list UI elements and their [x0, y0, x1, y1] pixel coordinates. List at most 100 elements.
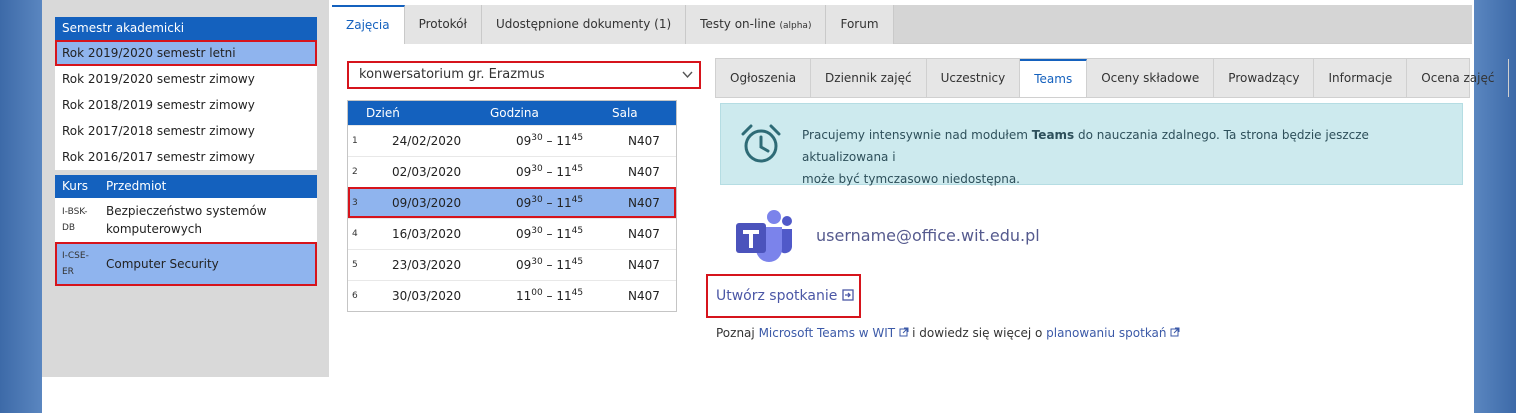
subtab-teams[interactable]: Teams: [1020, 59, 1088, 97]
schedule-time: 0930 – 1145: [516, 157, 583, 188]
schedule-row[interactable]: 6 30/03/2020 1100 – 1145 N407: [348, 280, 676, 311]
schedule-time: 0930 – 1145: [516, 219, 583, 250]
info-text-bold: Teams: [1031, 128, 1075, 142]
time-end-hour: 11: [556, 165, 572, 179]
course-row-selected[interactable]: I-CSE- ER Computer Security: [55, 242, 317, 286]
course-code-line: DB: [62, 223, 76, 233]
schedule-room: N407: [628, 227, 660, 241]
time-end-minute: 45: [571, 164, 584, 174]
tab-zajecia[interactable]: Zajęcia: [332, 5, 405, 44]
schedule-date: 02/03/2020: [392, 165, 462, 179]
schedule-row-selected[interactable]: 3 09/03/2020 0930 – 1145 N407: [348, 187, 676, 218]
meeting-planning-link[interactable]: planowaniu spotkań: [1046, 326, 1166, 340]
schedule-date: 16/03/2020: [392, 227, 462, 241]
subtab-dziennik[interactable]: Dziennik zajęć: [811, 59, 927, 97]
group-select-value: konwersatorium gr. Erazmus: [359, 67, 545, 82]
schedule-date: 24/02/2020: [392, 134, 462, 148]
time-end-hour: 11: [556, 196, 572, 210]
subtab-ocena[interactable]: Ocena zajęć: [1407, 59, 1510, 97]
course-row[interactable]: I-BSK- DB Bezpieczeństwo systemów komput…: [55, 198, 317, 242]
time-start-hour: 09: [516, 227, 532, 241]
subtab-prowadzacy[interactable]: Prowadzący: [1214, 59, 1315, 97]
schedule-date: 30/03/2020: [392, 289, 462, 303]
semester-item[interactable]: Rok 2017/2018 semestr zimowy: [55, 118, 317, 144]
time-end-hour: 11: [556, 289, 572, 303]
subtab-ogloszenia[interactable]: Ogłoszenia: [716, 59, 812, 97]
info-alert: Pracujemy intensywnie nad modułem Teams …: [720, 103, 1463, 186]
subtab-informacje[interactable]: Informacje: [1314, 59, 1408, 97]
time-end-hour: 11: [556, 258, 572, 272]
page: Semestr akademicki Rok 2019/2020 semestr…: [42, 0, 1510, 413]
semester-item[interactable]: Rok 2016/2017 semestr zimowy: [55, 144, 317, 170]
schedule-row-number: 2: [352, 167, 358, 177]
schedule-header-room: Sala: [612, 106, 638, 120]
microsoft-teams-logo: [736, 210, 792, 262]
time-start-minute: 30: [531, 195, 543, 205]
time-separator: –: [542, 134, 557, 148]
tab-forum[interactable]: Forum: [826, 5, 894, 44]
schedule-time: 0930 – 1145: [516, 188, 583, 219]
schedule-row[interactable]: 1 24/02/2020 0930 – 1145 N407: [348, 125, 676, 156]
group-select[interactable]: konwersatorium gr. Erazmus: [347, 61, 701, 89]
time-separator: –: [542, 196, 557, 210]
subtab-uczestnicy[interactable]: Uczestnicy: [927, 59, 1021, 97]
course-code-line: I-BSK-: [62, 207, 88, 217]
course-name-header: Przedmiot: [106, 179, 167, 193]
learn-text-part: Poznaj: [716, 326, 759, 340]
schedule-room: N407: [628, 196, 660, 210]
schedule-row-number: 1: [352, 136, 358, 146]
create-meeting-button[interactable]: Utwórz spotkanie: [706, 274, 861, 318]
schedule-row-number: 3: [352, 198, 358, 208]
tab-protokol[interactable]: Protokół: [404, 5, 482, 44]
time-separator: –: [542, 227, 557, 241]
time-end-minute: 45: [571, 226, 584, 236]
time-start-hour: 09: [516, 196, 532, 210]
info-text-part: Pracujemy intensywnie nad modułem: [802, 128, 1032, 142]
tab-documents[interactable]: Udostępnione dokumenty (1): [481, 5, 687, 44]
course-code: I-CSE- ER: [55, 248, 106, 280]
time-separator: –: [542, 165, 557, 179]
time-start-minute: 30: [531, 257, 543, 267]
time-start-hour: 09: [516, 165, 532, 179]
semester-panel: Semestr akademicki Rok 2019/2020 semestr…: [55, 17, 317, 170]
schedule-row-number: 5: [352, 260, 358, 270]
external-link-icon: [899, 327, 912, 340]
schedule-row[interactable]: 4 16/03/2020 0930 – 1145 N407: [348, 218, 676, 249]
schedule-row[interactable]: 2 02/03/2020 0930 – 1145 N407: [348, 156, 676, 187]
schedule-date: 23/03/2020: [392, 258, 462, 272]
time-start-minute: 30: [531, 164, 543, 174]
time-separator: –: [542, 289, 557, 303]
course-name: Bezpieczeństwo systemów komputerowych: [106, 202, 317, 238]
tab-tests[interactable]: Testy on-line (alpha): [686, 5, 827, 44]
schedule-time: 0930 – 1145: [516, 126, 583, 157]
course-name-line: Bezpieczeństwo systemów: [106, 204, 267, 218]
time-start-minute: 00: [531, 288, 543, 298]
schedule-row[interactable]: 5 23/03/2020 0930 – 1145 N407: [348, 249, 676, 280]
schedule-header-day: Dzień: [366, 106, 400, 120]
teams-subtabs: Ogłoszenia Dziennik zajęć Uczestnicy Tea…: [715, 58, 1510, 98]
course-code-line: ER: [62, 267, 74, 277]
course-panel: Kurs Przedmiot I-BSK- DB Bezpieczeństwo …: [55, 175, 317, 286]
semester-item[interactable]: Rok 2018/2019 semestr zimowy: [55, 92, 317, 118]
semester-item[interactable]: Rok 2019/2020 semestr letni: [55, 40, 317, 66]
course-name: Computer Security: [106, 257, 219, 271]
create-meeting-label: Utwórz spotkanie: [716, 288, 838, 304]
schedule-header-hour: Godzina: [490, 106, 539, 120]
course-panel-header: Kurs Przedmiot: [55, 175, 317, 198]
time-start-hour: 09: [516, 134, 532, 148]
time-end-minute: 45: [571, 257, 584, 267]
schedule-row-number: 6: [352, 291, 358, 301]
course-code-line: I-CSE-: [62, 251, 89, 261]
learn-text-part: i dowiedz się więcej o: [912, 326, 1047, 340]
time-end-minute: 45: [571, 195, 584, 205]
schedule-table: Dzień Godzina Sala 1 24/02/2020 0930 – 114…: [347, 100, 677, 312]
external-link-icon: [842, 289, 854, 303]
info-text-line2: może być tymczasowo niedostępna.: [802, 172, 1020, 186]
schedule-room: N407: [628, 165, 660, 179]
time-separator: –: [542, 258, 557, 272]
teams-wit-link[interactable]: Microsoft Teams w WIT: [759, 326, 896, 340]
semester-panel-header: Semestr akademicki: [55, 17, 317, 40]
subtab-oceny[interactable]: Oceny składowe: [1087, 59, 1215, 97]
info-text: Pracujemy intensywnie nad modułem Teams …: [802, 124, 1442, 190]
semester-item[interactable]: Rok 2019/2020 semestr zimowy: [55, 66, 317, 92]
